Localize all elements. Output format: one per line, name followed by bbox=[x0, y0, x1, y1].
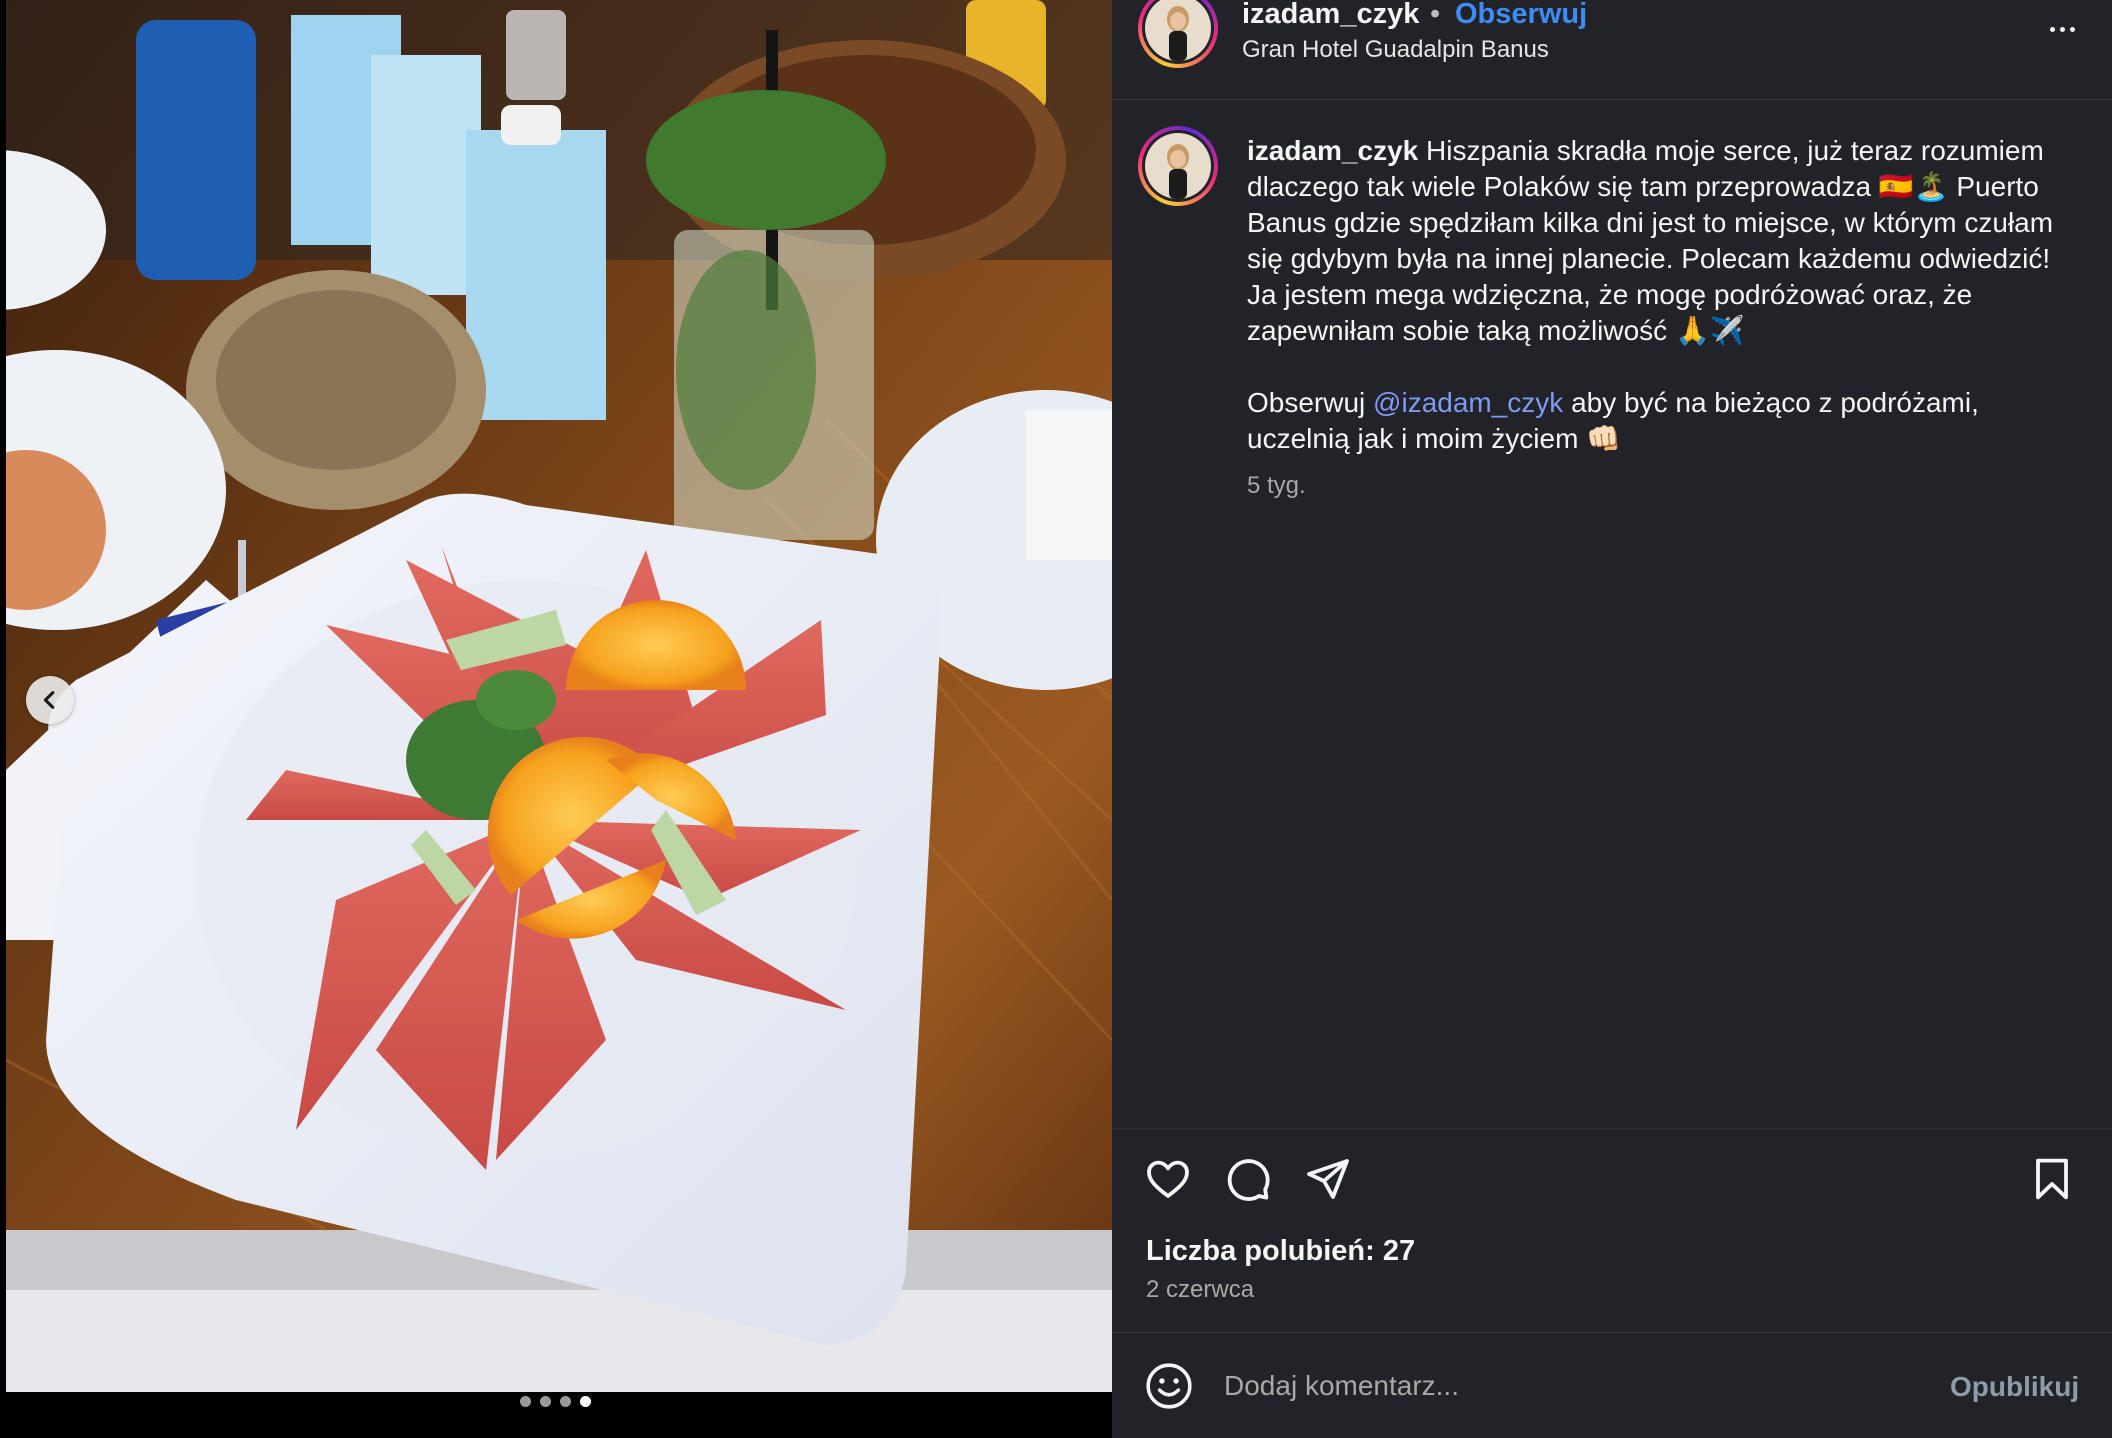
emoji-button[interactable] bbox=[1144, 1361, 1194, 1411]
carousel-dot bbox=[560, 1396, 571, 1407]
post-date[interactable]: 2 czerwca bbox=[1146, 1276, 1254, 1304]
caption-text: Hiszpania skradła moje serce, już teraz … bbox=[1247, 135, 2054, 346]
avatar-frame bbox=[1142, 0, 1214, 64]
carousel-dot bbox=[580, 1396, 591, 1407]
comment-icon bbox=[1227, 1159, 1270, 1201]
caption-text-prefix: Obserwuj bbox=[1247, 387, 1374, 418]
avatar-photo bbox=[1145, 0, 1211, 61]
comment-input[interactable] bbox=[1224, 1359, 1924, 1413]
avatar-photo bbox=[1145, 133, 1211, 199]
share-button[interactable] bbox=[1302, 1153, 1354, 1205]
caption-timestamp[interactable]: 5 tyg. bbox=[1247, 472, 1306, 500]
more-options-icon[interactable] bbox=[2042, 14, 2082, 44]
smiley-icon bbox=[1146, 1363, 1192, 1409]
avatar bbox=[1145, 133, 1211, 199]
follow-button[interactable]: Obserwuj bbox=[1455, 0, 1587, 31]
location-link[interactable]: Gran Hotel Guadalpin Banus bbox=[1242, 36, 1549, 64]
avatar-frame bbox=[1142, 130, 1214, 202]
divider bbox=[1112, 1128, 2112, 1129]
publish-button[interactable]: Opublikuj bbox=[1950, 1371, 2079, 1403]
comment-button[interactable] bbox=[1222, 1153, 1274, 1205]
send-icon bbox=[1307, 1159, 1349, 1199]
post-details-panel: izadam_czyk • Obserwuj Gran Hotel Guadal… bbox=[1112, 0, 2112, 1438]
like-button[interactable] bbox=[1142, 1153, 1194, 1205]
action-bar bbox=[1112, 1145, 2112, 1205]
caption-paragraph-1: izadam_czyk Hiszpania skradła moje serce… bbox=[1247, 133, 2057, 349]
carousel-prev-button[interactable] bbox=[26, 676, 74, 724]
post-media bbox=[0, 0, 1112, 1438]
likes-count[interactable]: Liczba polubień: 27 bbox=[1146, 1235, 1415, 1268]
carousel-dot bbox=[520, 1396, 531, 1407]
caption-paragraph-2: Obserwuj @izadam_czyk aby być na bieżąco… bbox=[1247, 385, 2057, 457]
carousel-dot bbox=[540, 1396, 551, 1407]
header-avatar[interactable] bbox=[1138, 0, 1218, 68]
bookmark-icon bbox=[2036, 1158, 2068, 1200]
post-photo[interactable] bbox=[6, 0, 1112, 1392]
carousel-indicator bbox=[520, 1396, 591, 1407]
heart-icon bbox=[1147, 1160, 1189, 1198]
header-separator: • bbox=[1430, 0, 1441, 30]
chevron-left-icon bbox=[43, 691, 55, 709]
photo-illustration bbox=[6, 0, 1112, 1392]
post-header: izadam_czyk • Obserwuj Gran Hotel Guadal… bbox=[1112, 0, 2112, 100]
caption-avatar[interactable] bbox=[1138, 126, 1218, 206]
post-caption: izadam_czyk Hiszpania skradła moje serce… bbox=[1247, 133, 2057, 457]
avatar bbox=[1145, 0, 1211, 61]
header-username[interactable]: izadam_czyk bbox=[1242, 0, 1419, 31]
comment-composer: Opublikuj bbox=[1112, 1332, 2112, 1438]
save-button[interactable] bbox=[2026, 1153, 2078, 1205]
caption-mention-link[interactable]: @izadam_czyk bbox=[1373, 387, 1563, 418]
caption-username[interactable]: izadam_czyk bbox=[1247, 135, 1418, 166]
